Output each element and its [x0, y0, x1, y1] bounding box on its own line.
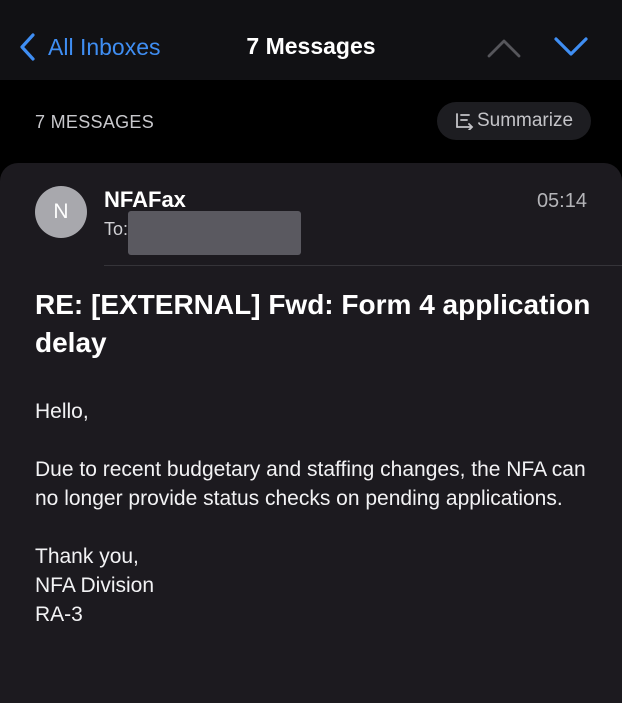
summarize-button[interactable]: Summarize — [437, 102, 591, 140]
message-time: 05:14 — [536, 190, 587, 212]
avatar[interactable]: N — [35, 186, 87, 238]
redacted-recipient — [128, 211, 301, 255]
summarize-label: Summarize — [476, 110, 574, 131]
chevron-down-icon[interactable] — [553, 32, 589, 62]
body-signature-line: RA-3 — [35, 603, 83, 626]
page-title: 7 Messages — [246, 33, 376, 59]
body-signoff: Thank you, — [35, 545, 139, 568]
body-paragraph: Due to recent budgetary and staffing cha… — [35, 458, 586, 510]
message-subject: RE: [EXTERNAL] Fwd: Form 4 application d… — [35, 289, 591, 358]
header-divider — [104, 265, 622, 266]
summarize-icon — [456, 113, 474, 130]
message-body: Hello, Due to recent budgetary and staff… — [35, 397, 595, 629]
body-greeting: Hello, — [35, 400, 89, 423]
to-label: To: — [104, 219, 129, 239]
body-signature-line: NFA Division — [35, 574, 155, 597]
message-count-label: 7 MESSAGES — [35, 112, 155, 132]
chevron-up-icon[interactable] — [486, 32, 522, 62]
sender-name[interactable]: NFAFax — [104, 187, 186, 213]
